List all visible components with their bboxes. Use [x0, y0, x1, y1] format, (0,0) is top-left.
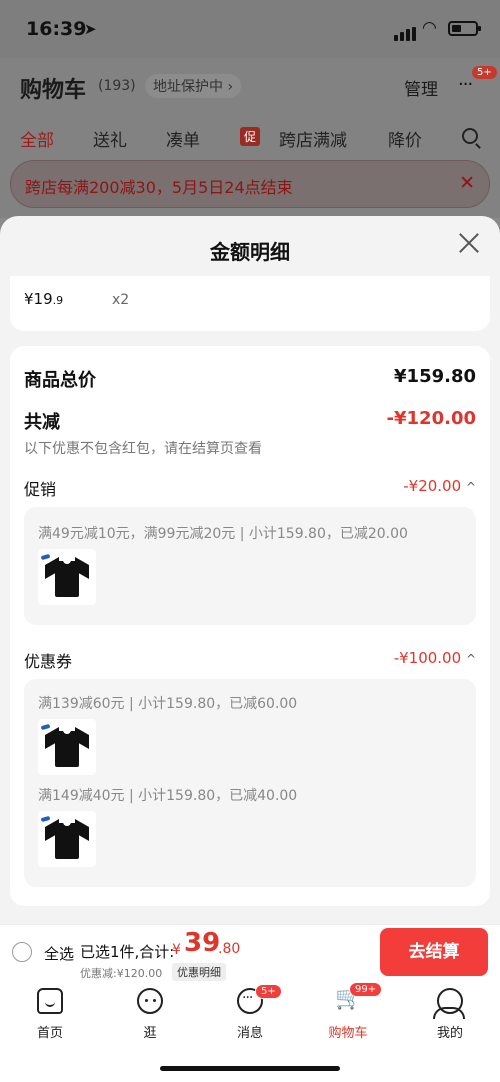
close-icon[interactable]	[458, 232, 480, 254]
cart-count: (193)	[98, 78, 136, 94]
coupon-label: 优惠券	[24, 652, 73, 671]
location-arrow-icon: ➤	[84, 20, 97, 38]
signal-icon	[394, 22, 418, 41]
tab-label: 消息	[236, 1026, 263, 1041]
address-protect-chip[interactable]: 地址保护中 ›	[145, 74, 242, 98]
home-indicator	[160, 1066, 340, 1071]
home-icon	[37, 988, 63, 1014]
promo-banner: 跨店每满200减30，5月5日24点结束 ✕	[10, 160, 490, 208]
message-badge: 5+	[255, 984, 282, 999]
tab-me[interactable]: 我的	[415, 988, 485, 1041]
tab-price-drop[interactable]: 降价	[388, 126, 422, 151]
tab-home[interactable]: 首页	[15, 988, 85, 1041]
discount-amount: 优惠减:¥120.00	[80, 967, 163, 980]
discount-detail-button[interactable]: 优惠明细	[172, 963, 226, 981]
goods-total-label: 商品总价	[24, 370, 96, 391]
more-badge: 5+	[472, 66, 497, 79]
tab-label: 首页	[36, 1026, 63, 1041]
manage-button[interactable]: 管理	[404, 75, 438, 100]
promo-tag-icon: 促	[240, 127, 261, 146]
product-thumbnail[interactable]	[38, 719, 96, 775]
tab-label: 逛	[143, 1026, 157, 1041]
stroll-icon	[137, 988, 163, 1014]
amount-detail-sheet: 金额明细 ¥19.9 x2 商品总价 ¥159.80 共减 -¥120.00 以…	[0, 216, 500, 924]
page-title: 购物车	[20, 78, 87, 103]
tab-bar: 首页 逛 5+ 消息 99+ 购物车 我的	[0, 982, 500, 1082]
promo-banner-text: 跨店每满200减30，5月5日24点结束	[25, 178, 293, 197]
tab-stroll[interactable]: 逛	[115, 988, 185, 1041]
tab-all[interactable]: 全部	[20, 126, 54, 151]
tab-label: 我的	[436, 1026, 463, 1041]
tab-cart[interactable]: 99+ 购物车	[313, 982, 383, 1041]
checkout-button[interactable]: 去结算	[380, 928, 488, 976]
checkout-bar: 全选 已选1件,合计: ¥ 39 .80 优惠减:¥120.00 优惠明细 去结…	[0, 924, 500, 982]
profile-icon	[433, 988, 465, 1019]
discount-note: 以下优惠不包含红包，请在结算页查看	[24, 441, 262, 457]
message-icon: 5+	[237, 984, 282, 1014]
cart-header: 购物车 (193) 地址保护中 › 管理 ··· 5+ 全部 送礼 凑单 促 跨…	[0, 58, 500, 218]
promotion-rule: 满49元减10元，满99元减20元 | 小计159.80，已减20.00	[38, 526, 408, 542]
search-icon[interactable]	[462, 128, 478, 144]
chevron-up-icon: ^	[465, 480, 476, 494]
item-card: ¥19.9 x2	[10, 276, 490, 331]
tab-gift[interactable]: 送礼	[93, 126, 127, 151]
select-all-label[interactable]: 全选	[44, 943, 74, 964]
cart-badge: 99+	[349, 982, 383, 997]
battery-icon	[448, 21, 481, 36]
item-quantity: x2	[112, 292, 130, 308]
status-bar: 16:39 ➤ ◠	[0, 0, 500, 58]
chevron-up-icon: ^	[465, 652, 476, 666]
detail-card: 商品总价 ¥159.80 共减 -¥120.00 以下优惠不包含红包，请在结算页…	[10, 346, 490, 906]
item-price: ¥19.9	[24, 290, 64, 308]
cart-icon: 99+	[335, 982, 383, 1014]
total-currency: ¥	[172, 942, 181, 958]
total-amount-decimal: .80	[218, 941, 241, 957]
goods-total-value: ¥159.80	[394, 366, 476, 387]
close-banner-icon[interactable]: ✕	[459, 172, 475, 194]
coupon-rule-1: 满139减60元 | 小计159.80，已减60.00	[38, 696, 298, 712]
wifi-icon: ◠	[422, 18, 437, 38]
product-thumbnail[interactable]	[38, 549, 96, 605]
tab-bundle[interactable]: 凑单	[166, 126, 200, 151]
total-amount: 39	[184, 928, 221, 958]
product-thumbnail[interactable]	[38, 811, 96, 867]
coupon-box: 满139减60元 | 小计159.80，已减60.00 满149减40元 | 小…	[24, 679, 476, 887]
status-time: 16:39	[26, 18, 87, 40]
tab-label: 购物车	[328, 1026, 368, 1041]
tab-cross-store[interactable]: 跨店满减	[279, 126, 347, 151]
promotion-value[interactable]: -¥20.00 ^	[403, 477, 476, 495]
promotion-label: 促销	[24, 480, 57, 499]
sheet-title: 金额明细	[210, 240, 290, 264]
coupon-value[interactable]: -¥100.00 ^	[394, 649, 476, 667]
filter-tabs: 全部 送礼 凑单 促 跨店满减 降价	[0, 126, 500, 151]
more-icon[interactable]: ···	[458, 74, 473, 95]
total-reduce-value: -¥120.00	[386, 408, 476, 429]
coupon-rule-2: 满149减40元 | 小计159.80，已减40.00	[38, 788, 298, 804]
total-reduce-label: 共减	[24, 412, 60, 433]
promotion-box: 满49元减10元，满99元减20元 | 小计159.80，已减20.00	[24, 507, 476, 625]
select-all-radio[interactable]	[12, 942, 32, 962]
selected-info: 已选1件,合计:	[80, 943, 175, 961]
tab-messages[interactable]: 5+ 消息	[215, 984, 285, 1041]
